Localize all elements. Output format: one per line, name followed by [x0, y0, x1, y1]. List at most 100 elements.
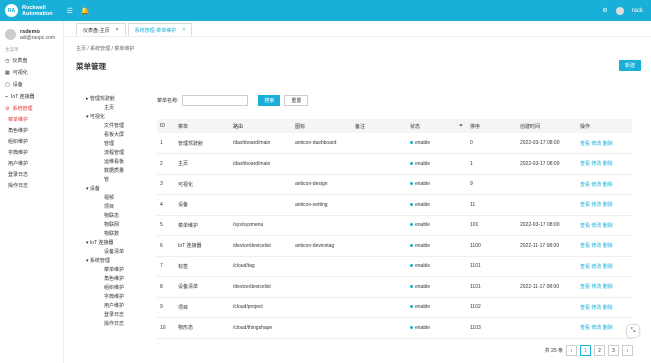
- tree-node[interactable]: 用户维护: [80, 302, 150, 311]
- tree-node[interactable]: 管: [80, 176, 150, 185]
- cell-menu: 主页: [175, 153, 230, 175]
- breadcrumb: 主页 / 系统管理 / 菜单维护: [76, 46, 135, 52]
- search-button[interactable]: 搜索: [258, 95, 281, 106]
- cell-icon: [292, 276, 352, 298]
- page-1[interactable]: 1: [580, 345, 591, 356]
- close-icon[interactable]: ×: [116, 27, 119, 33]
- tree-node[interactable]: 物联态: [80, 212, 150, 221]
- cell-created: 2022-11-17 08:00: [517, 276, 577, 298]
- sidebar-subitem[interactable]: 角色维护: [0, 126, 63, 137]
- cell-actions[interactable]: 查看 修改 删除: [577, 256, 632, 277]
- reset-button[interactable]: 重置: [284, 95, 309, 106]
- cell-icon: anticon-devicetag: [292, 235, 352, 257]
- cell-actions[interactable]: 查看 修改 删除: [577, 317, 632, 339]
- tree-node[interactable]: 字典维护: [80, 293, 150, 302]
- tree-node[interactable]: 组织维护: [80, 284, 150, 293]
- tree-node[interactable]: ▾ IoT 连接器: [80, 239, 150, 248]
- sidebar-subitem[interactable]: 字典维护: [0, 148, 63, 159]
- tab-dashboard[interactable]: 仪表盘-主页 ×: [76, 23, 126, 36]
- tree-node[interactable]: 设备清单: [80, 248, 150, 257]
- fullscreen-icon[interactable]: ⤡: [627, 325, 639, 337]
- tree-node[interactable]: 角色维护: [80, 275, 150, 284]
- menu-name-input[interactable]: [182, 95, 249, 106]
- cell-actions[interactable]: 查看 修改 删除: [577, 194, 632, 216]
- cell-id: 1: [157, 133, 175, 154]
- cell-note: [352, 133, 407, 154]
- tree-node[interactable]: 操作日志: [80, 320, 150, 329]
- total-count: 共 25 条: [544, 348, 563, 354]
- page-2[interactable]: 2: [594, 345, 605, 356]
- sidebar-subitem[interactable]: 操作日志: [0, 181, 63, 192]
- sidebar-subitem[interactable]: 菜单维护: [0, 115, 63, 126]
- filter-icon[interactable]: ⏷: [459, 123, 463, 129]
- sidebar-item-dashboard[interactable]: ◷ 仪表盘: [0, 55, 63, 67]
- cell-route: /device/devicelist: [230, 276, 292, 298]
- cell-actions[interactable]: 查看 修改 删除: [577, 297, 632, 318]
- cell-sort: 1103: [467, 317, 517, 339]
- avatar[interactable]: [615, 6, 624, 15]
- tree-node[interactable]: 物联网: [80, 221, 150, 230]
- cell-route: [230, 174, 292, 195]
- tab-menu[interactable]: 系统管理-菜单维护 ×: [127, 23, 193, 36]
- cell-created: [517, 256, 577, 277]
- tree-node[interactable]: 文件管理: [80, 122, 150, 131]
- tree-node[interactable]: 项目: [80, 203, 150, 212]
- cell-sort: 9: [467, 174, 517, 195]
- close-icon[interactable]: ×: [182, 27, 185, 33]
- sidebar-subitem[interactable]: 登录日志: [0, 170, 63, 181]
- tree-node[interactable]: ▾ 系统管理: [80, 257, 150, 266]
- new-button[interactable]: 新建: [618, 60, 641, 71]
- col-menu: 菜单: [175, 119, 230, 133]
- cell-actions[interactable]: 查看 修改 删除: [577, 174, 632, 195]
- cell-route: /dashboard/main: [230, 153, 292, 175]
- tree-node[interactable]: 物联数: [80, 230, 150, 239]
- bell-icon[interactable]: 🔔: [81, 7, 90, 15]
- cell-id: 7: [157, 256, 175, 277]
- tree-node[interactable]: 登录日志: [80, 311, 150, 320]
- cell-menu: 管理驾驶舱: [175, 133, 230, 154]
- next-page-button[interactable]: ›: [622, 345, 633, 356]
- tree-node[interactable]: 菜单维护: [80, 266, 150, 275]
- sidebar-item-system[interactable]: ⚙ 系统管理: [0, 103, 63, 115]
- tree-node[interactable]: 主页: [80, 104, 150, 113]
- cell-status: enable: [407, 317, 467, 339]
- tree-node[interactable]: 运维看板: [80, 158, 150, 167]
- tree-node[interactable]: ▾ 设备: [80, 185, 150, 194]
- tree-node[interactable]: 流程管理: [80, 149, 150, 158]
- sidebar-section: 主菜单: [5, 47, 19, 52]
- sidebar-item-device[interactable]: ▢ 设备: [0, 79, 63, 91]
- cell-actions[interactable]: 查看 修改 删除: [577, 153, 632, 175]
- cell-actions[interactable]: 查看 修改 删除: [577, 133, 632, 154]
- cell-actions[interactable]: 查看 修改 删除: [577, 215, 632, 236]
- cell-route: /cloud/tag: [230, 256, 292, 277]
- prev-page-button[interactable]: ‹: [566, 345, 577, 356]
- gear-icon[interactable]: ⚙: [602, 7, 607, 14]
- cell-sort: 1101: [467, 256, 517, 277]
- tree-node[interactable]: 看板大屏: [80, 131, 150, 140]
- sidebar-item-iot[interactable]: ⌁ IoT 连接器: [0, 91, 63, 103]
- cell-created: [517, 174, 577, 195]
- cell-menu: 设备清单: [175, 276, 230, 298]
- tree-node[interactable]: ▸ 管理驾驶舱: [80, 95, 150, 104]
- tree-node[interactable]: 视频: [80, 194, 150, 203]
- sidebar-subitem[interactable]: 用户维护: [0, 159, 63, 170]
- cell-actions[interactable]: 查看 修改 删除: [577, 235, 632, 257]
- cell-icon: [292, 256, 352, 277]
- cell-id: 5: [157, 215, 175, 236]
- settings-icon: ⚙: [5, 106, 10, 112]
- cell-actions[interactable]: 查看 修改 删除: [577, 276, 632, 298]
- col-created: 创建时间: [517, 119, 577, 133]
- table-row: 10 物形态/cloud/thingshape enable 1103 查看 修改 删除: [157, 317, 632, 339]
- cell-note: [352, 215, 407, 236]
- user-name[interactable]: rack: [632, 8, 643, 14]
- cell-status: enable: [407, 194, 467, 216]
- col-icon: 图标: [292, 119, 352, 133]
- tree-node[interactable]: 管理: [80, 140, 150, 149]
- tree-node[interactable]: ▾ 可视化: [80, 113, 150, 122]
- cell-menu: 物形态: [175, 317, 230, 339]
- sidebar-subitem[interactable]: 组织维护: [0, 137, 63, 148]
- tree-node[interactable]: 数据质量: [80, 167, 150, 176]
- page-3[interactable]: 3: [608, 345, 619, 356]
- sidebar-item-visual[interactable]: ▦ 可视化: [0, 67, 63, 79]
- menu-icon[interactable]: ☰: [67, 7, 73, 15]
